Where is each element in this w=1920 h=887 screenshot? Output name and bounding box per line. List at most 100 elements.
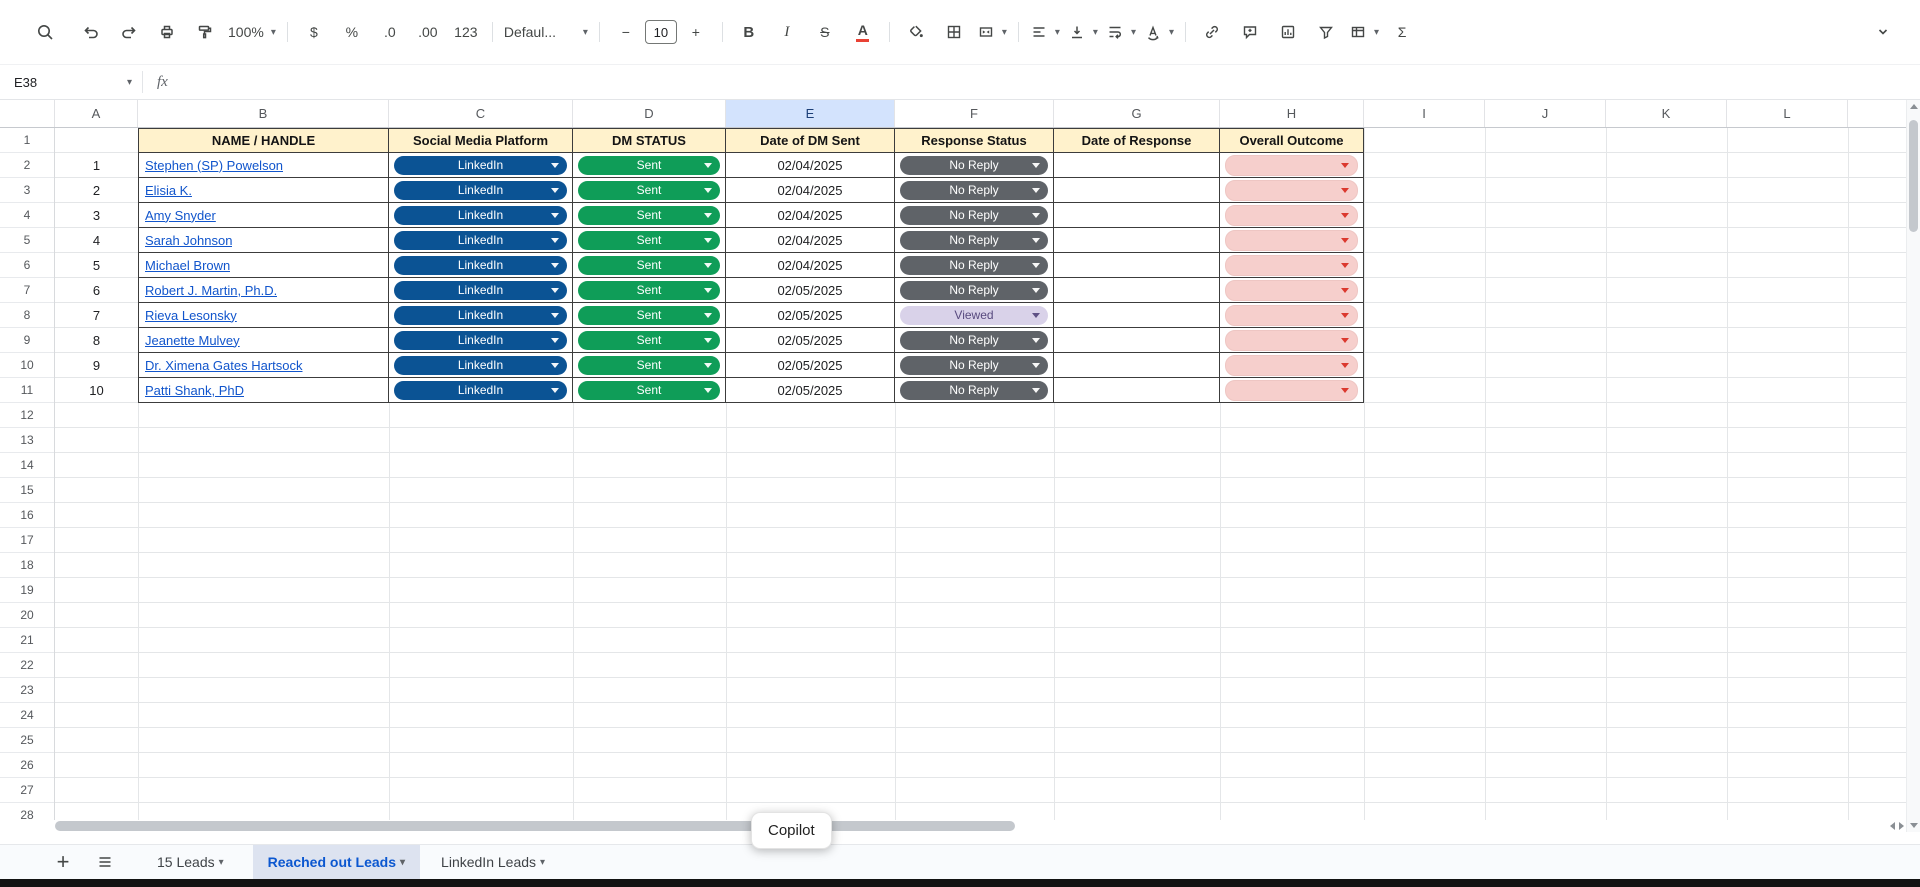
response-cell[interactable]: No Reply	[895, 228, 1054, 253]
outcome-dropdown-chip[interactable]	[1225, 279, 1358, 301]
all-sheets-button[interactable]	[86, 847, 124, 877]
create-filter-button[interactable]	[1307, 17, 1345, 47]
lead-link[interactable]: Rieva Lesonsky	[145, 308, 237, 323]
name-cell[interactable]: Amy Snyder	[138, 203, 389, 228]
horizontal-scrollbar[interactable]	[55, 820, 1870, 832]
row-header[interactable]: 1	[0, 128, 54, 153]
dm-status-dropdown-chip[interactable]: Sent	[578, 380, 720, 400]
index-cell[interactable]: 7	[55, 303, 138, 328]
response-dropdown-chip[interactable]: No Reply	[900, 205, 1048, 225]
column-header-f[interactable]: F	[895, 100, 1054, 127]
response-cell[interactable]: No Reply	[895, 278, 1054, 303]
redo-button[interactable]	[110, 17, 148, 47]
outcome-dropdown-chip[interactable]	[1225, 254, 1358, 276]
vertical-scroll-thumb[interactable]	[1909, 120, 1918, 232]
lead-link[interactable]: Amy Snyder	[145, 208, 216, 223]
platform-cell[interactable]: LinkedIn	[389, 253, 573, 278]
vertical-align-button[interactable]	[1064, 17, 1102, 47]
row-header[interactable]: 26	[0, 753, 54, 778]
row-header[interactable]: 3	[0, 178, 54, 203]
font-size-input[interactable]: 10	[644, 20, 677, 44]
name-cell[interactable]: Elisia K.	[138, 178, 389, 203]
select-all-button[interactable]	[0, 100, 55, 127]
percent-format-button[interactable]: %	[333, 17, 371, 47]
index-cell[interactable]: 3	[55, 203, 138, 228]
index-cell[interactable]: 6	[55, 278, 138, 303]
outcome-dropdown-chip[interactable]	[1225, 229, 1358, 251]
add-sheet-button[interactable]: +	[44, 847, 82, 877]
response-dropdown-chip[interactable]: No Reply	[900, 180, 1048, 200]
header-date-response[interactable]: Date of Response	[1054, 128, 1220, 153]
sheet-tab-reached-out-leads-active[interactable]: Reached out Leads	[252, 844, 421, 880]
response-dropdown-chip[interactable]: No Reply	[900, 255, 1048, 275]
row-header[interactable]: 9	[0, 328, 54, 353]
cell-a1[interactable]	[55, 128, 138, 153]
dm-status-dropdown-chip[interactable]: Sent	[578, 180, 720, 200]
date-sent-cell[interactable]: 02/04/2025	[726, 253, 895, 278]
decrease-decimal-button[interactable]: .0	[371, 17, 409, 47]
currency-format-button[interactable]: $	[295, 17, 333, 47]
dm-status-cell[interactable]: Sent	[573, 303, 726, 328]
dm-status-cell[interactable]: Sent	[573, 278, 726, 303]
row-header[interactable]: 6	[0, 253, 54, 278]
date-response-cell[interactable]	[1054, 228, 1220, 253]
index-cell[interactable]: 8	[55, 328, 138, 353]
row-header[interactable]: 10	[0, 353, 54, 378]
sheet-tab-15-leads[interactable]: 15 Leads	[142, 845, 239, 880]
date-response-cell[interactable]	[1054, 178, 1220, 203]
row-header[interactable]: 20	[0, 603, 54, 628]
search-button[interactable]	[26, 17, 64, 47]
outcome-cell[interactable]	[1220, 253, 1364, 278]
date-response-cell[interactable]	[1054, 153, 1220, 178]
column-header-b[interactable]: B	[138, 100, 389, 127]
date-sent-cell[interactable]: 02/05/2025	[726, 278, 895, 303]
row-header[interactable]: 8	[0, 303, 54, 328]
index-cell[interactable]: 2	[55, 178, 138, 203]
name-cell[interactable]: Jeanette Mulvey	[138, 328, 389, 353]
platform-cell[interactable]: LinkedIn	[389, 378, 573, 403]
date-sent-cell[interactable]: 02/04/2025	[726, 178, 895, 203]
row-header[interactable]: 28	[0, 803, 54, 820]
name-box[interactable]: E38	[0, 75, 142, 90]
dm-status-cell[interactable]: Sent	[573, 328, 726, 353]
date-sent-cell[interactable]: 02/05/2025	[726, 303, 895, 328]
column-header-a[interactable]: A	[55, 100, 138, 127]
dm-status-dropdown-chip[interactable]: Sent	[578, 230, 720, 250]
row-header[interactable]: 11	[0, 378, 54, 403]
font-select[interactable]: Defaul...	[500, 17, 592, 47]
insert-comment-button[interactable]	[1231, 17, 1269, 47]
column-header-h[interactable]: H	[1220, 100, 1364, 127]
header-name[interactable]: NAME / HANDLE	[138, 128, 389, 153]
name-cell[interactable]: Stephen (SP) Powelson	[138, 153, 389, 178]
paint-format-button[interactable]	[186, 17, 224, 47]
dm-status-dropdown-chip[interactable]: Sent	[578, 255, 720, 275]
dm-status-cell[interactable]: Sent	[573, 228, 726, 253]
increase-font-size-button[interactable]: +	[677, 17, 715, 47]
platform-dropdown-chip[interactable]: LinkedIn	[394, 330, 567, 350]
outcome-dropdown-chip[interactable]	[1225, 354, 1358, 376]
name-cell[interactable]: Robert J. Martin, Ph.D.	[138, 278, 389, 303]
date-sent-cell[interactable]: 02/05/2025	[726, 378, 895, 403]
date-response-cell[interactable]	[1054, 353, 1220, 378]
row-header[interactable]: 22	[0, 653, 54, 678]
outcome-cell[interactable]	[1220, 303, 1364, 328]
insert-link-button[interactable]	[1193, 17, 1231, 47]
lead-link[interactable]: Jeanette Mulvey	[145, 333, 240, 348]
header-date-sent[interactable]: Date of DM Sent	[726, 128, 895, 153]
vertical-scrollbar[interactable]	[1906, 100, 1920, 832]
row-header[interactable]: 27	[0, 778, 54, 803]
date-sent-cell[interactable]: 02/04/2025	[726, 153, 895, 178]
undo-button[interactable]	[72, 17, 110, 47]
dm-status-dropdown-chip[interactable]: Sent	[578, 280, 720, 300]
outcome-cell[interactable]	[1220, 378, 1364, 403]
dm-status-dropdown-chip[interactable]: Sent	[578, 330, 720, 350]
bold-button[interactable]: B	[730, 17, 768, 47]
italic-button[interactable]: I	[768, 17, 806, 47]
header-outcome[interactable]: Overall Outcome	[1220, 128, 1364, 153]
row-header[interactable]: 14	[0, 453, 54, 478]
dm-status-dropdown-chip[interactable]: Sent	[578, 205, 720, 225]
index-cell[interactable]: 4	[55, 228, 138, 253]
response-dropdown-chip[interactable]: No Reply	[900, 280, 1048, 300]
borders-button[interactable]	[935, 17, 973, 47]
response-dropdown-chip[interactable]: Viewed	[900, 305, 1048, 325]
